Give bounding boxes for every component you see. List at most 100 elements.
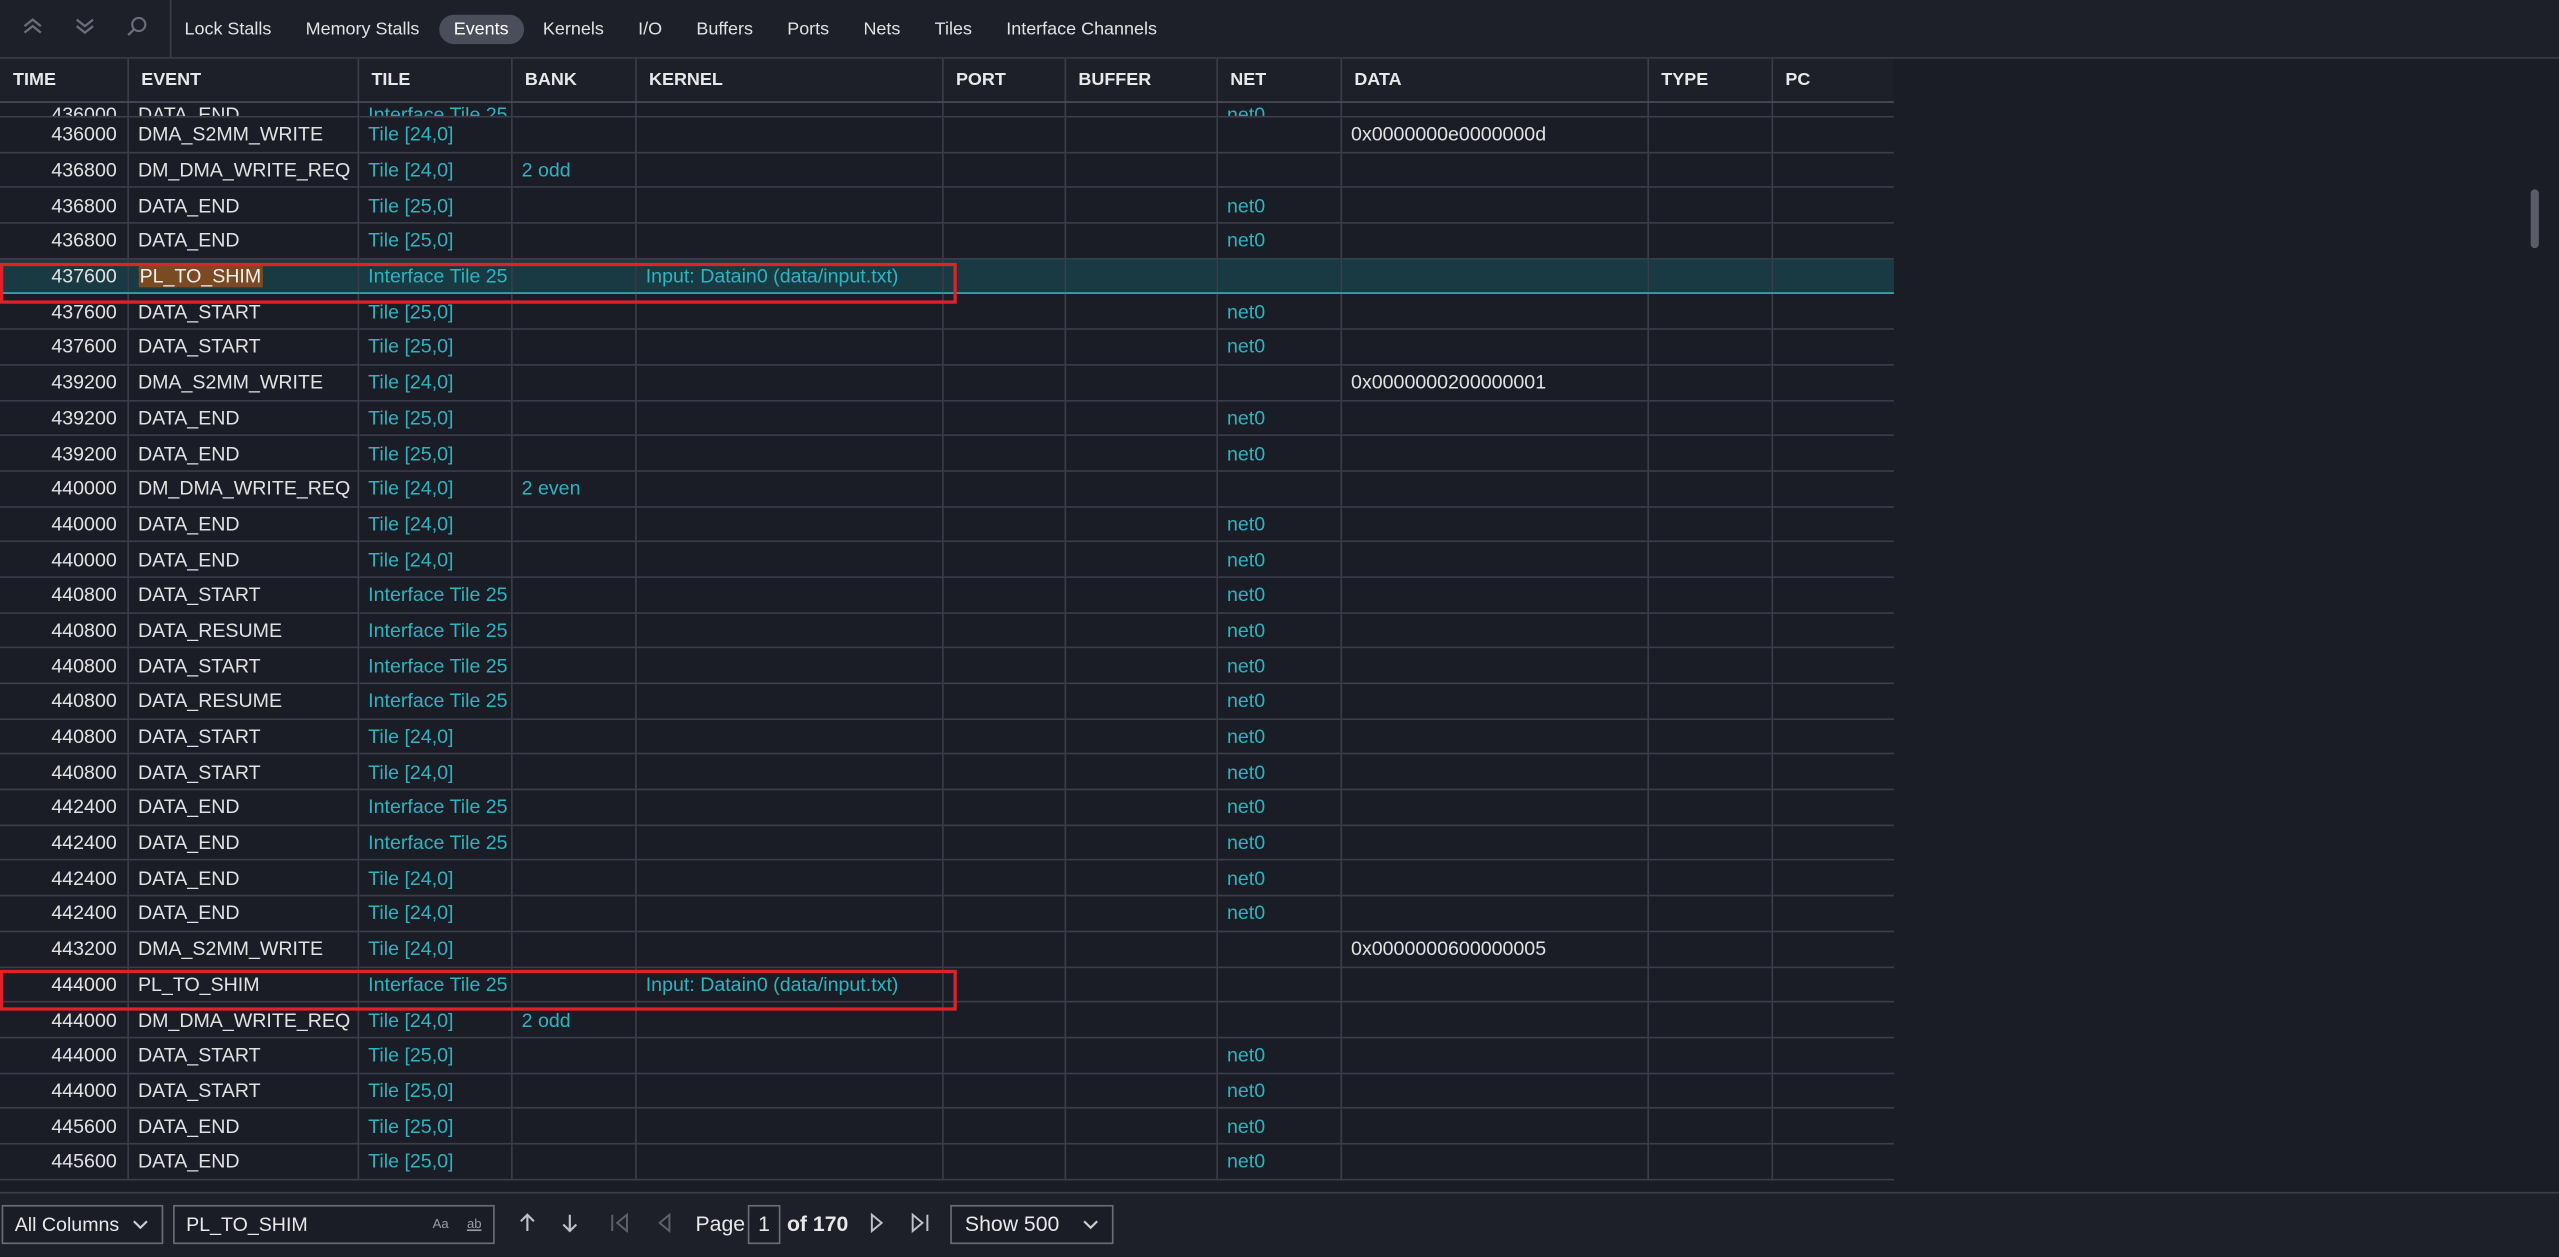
cell-kernel — [635, 931, 943, 968]
table-row[interactable]: 436000 DATA_END Interface Tile 25 net0 — [0, 102, 1894, 118]
tab-lock-stalls[interactable]: Lock Stalls — [170, 14, 286, 43]
cell-net — [1216, 257, 1342, 295]
double-chevron-up-icon[interactable] — [20, 15, 46, 41]
scrollbar-thumb[interactable] — [2530, 189, 2539, 249]
first-page-icon[interactable] — [609, 1205, 632, 1252]
table-row[interactable]: 442400 DATA_END Tile [24,0] net0 — [0, 895, 1894, 932]
whole-word-icon[interactable]: ab — [467, 1207, 482, 1243]
cell-port — [942, 683, 1066, 720]
tab-memory-stalls[interactable]: Memory Stalls — [291, 14, 434, 43]
table-row[interactable]: 437600 PL_TO_SHIM Interface Tile 25 Input: … — [0, 257, 1894, 295]
cell-net: net0 — [1216, 1072, 1342, 1109]
table-row[interactable]: 442400 DATA_END Interface Tile 25 net0 — [0, 789, 1894, 826]
column-header-data[interactable]: DATA — [1340, 58, 1649, 103]
table-row[interactable]: 439200 DATA_END Tile [25,0] net0 — [0, 435, 1894, 472]
tab-i-o[interactable]: I/O — [623, 14, 676, 43]
vertical-scrollbar[interactable] — [2527, 59, 2543, 1190]
table-row[interactable]: 443200 DMA_S2MM_WRITE Tile [24,0] 0x0000000… — [0, 931, 1894, 968]
tab-buffers[interactable]: Buffers — [682, 14, 768, 43]
table-row[interactable]: 444000 PL_TO_SHIM Interface Tile 25 Input: … — [0, 966, 1894, 1003]
cell-event: DATA_END — [127, 435, 359, 472]
table-row[interactable]: 437600 DATA_START Tile [25,0] net0 — [0, 329, 1894, 366]
search-icon[interactable] — [124, 15, 150, 41]
table-row[interactable]: 442400 DATA_END Tile [24,0] net0 — [0, 860, 1894, 897]
cell-buffer — [1064, 187, 1218, 224]
cell-net: net0 — [1216, 754, 1342, 791]
cell-tile: Interface Tile 25 — [357, 824, 512, 862]
double-chevron-down-icon[interactable] — [72, 15, 98, 41]
cell-buffer — [1064, 754, 1218, 791]
table-row[interactable]: 444000 DATA_START Tile [25,0] net0 — [0, 1072, 1894, 1109]
cell-pc — [1771, 1072, 1894, 1109]
table-row[interactable]: 440800 DATA_RESUME Interface Tile 25 net0 — [0, 683, 1894, 720]
previous-page-icon[interactable] — [655, 1205, 675, 1252]
table-row[interactable]: 444000 DM_DMA_WRITE_REQ Tile [24,0] 2 odd — [0, 1001, 1894, 1039]
column-filter-dropdown[interactable]: All Columns — [1, 1204, 164, 1245]
table-row[interactable]: 440800 DATA_RESUME Interface Tile 25 net0 — [0, 612, 1894, 649]
cell-buffer — [1064, 257, 1218, 295]
table-row[interactable]: 440000 DATA_END Tile [24,0] net0 — [0, 541, 1894, 578]
cell-port — [942, 102, 1066, 118]
tab-tiles[interactable]: Tiles — [920, 14, 987, 43]
column-header-pc[interactable]: PC — [1771, 58, 1894, 103]
column-header-event[interactable]: EVENT — [127, 58, 359, 103]
table-row[interactable]: 437600 DATA_START Tile [25,0] net0 — [0, 293, 1894, 330]
cell-buffer — [1064, 400, 1218, 437]
column-header-type[interactable]: TYPE — [1647, 58, 1773, 103]
table-row[interactable]: 444000 DATA_START Tile [25,0] net0 — [0, 1037, 1894, 1074]
column-header-time[interactable]: TIME — [0, 58, 129, 103]
table-row[interactable]: 436800 DATA_END Tile [25,0] net0 — [0, 222, 1894, 260]
table-row[interactable]: 440000 DM_DMA_WRITE_REQ Tile [24,0] 2 even — [0, 470, 1894, 508]
column-header-bank[interactable]: BANK — [511, 58, 636, 103]
table-row[interactable]: 439200 DATA_END Tile [25,0] net0 — [0, 400, 1894, 437]
column-header-net[interactable]: NET — [1216, 58, 1342, 103]
next-page-icon[interactable] — [867, 1205, 887, 1252]
table-row[interactable]: 436800 DATA_END Tile [25,0] net0 — [0, 187, 1894, 224]
cell-buffer — [1064, 931, 1218, 968]
table-row[interactable]: 439200 DMA_S2MM_WRITE Tile [24,0] 0x0000000… — [0, 364, 1894, 401]
tab-nets[interactable]: Nets — [849, 14, 915, 43]
cell-time: 440800 — [0, 647, 129, 685]
search-input[interactable]: PL_TO_SHIM — [186, 1213, 308, 1236]
cell-type — [1647, 860, 1773, 897]
cell-type — [1647, 152, 1773, 189]
cell-type — [1647, 683, 1773, 720]
cell-kernel — [635, 116, 943, 153]
cell-net: net0 — [1216, 718, 1342, 755]
page-number-input[interactable]: 1 — [747, 1204, 781, 1245]
cell-port — [942, 1108, 1066, 1145]
table-row[interactable]: 442400 DATA_END Interface Tile 25 net0 — [0, 824, 1894, 862]
page-size-dropdown[interactable]: Show 500 — [950, 1204, 1114, 1245]
cell-bank — [511, 577, 636, 614]
tab-kernels[interactable]: Kernels — [528, 14, 618, 43]
column-header-kernel[interactable]: KERNEL — [635, 58, 943, 103]
last-page-icon[interactable] — [908, 1205, 931, 1252]
table-row[interactable]: 436000 DMA_S2MM_WRITE Tile [24,0] 0x0000000… — [0, 116, 1894, 153]
table-row[interactable]: 440000 DATA_END Tile [24,0] net0 — [0, 506, 1894, 543]
cell-pc — [1771, 683, 1894, 720]
tab-events[interactable]: Events — [439, 13, 524, 44]
table-row[interactable]: 440800 DATA_START Tile [24,0] net0 — [0, 754, 1894, 791]
table-row[interactable]: 440800 DATA_START Interface Tile 25 net0 — [0, 647, 1894, 685]
next-match-icon[interactable] — [560, 1205, 580, 1252]
match-case-icon[interactable]: Aa — [433, 1207, 449, 1243]
cell-kernel — [635, 577, 943, 614]
table-row[interactable]: 440800 DATA_START Tile [24,0] net0 — [0, 718, 1894, 755]
cell-time: 442400 — [0, 789, 129, 826]
tab-interface-channels[interactable]: Interface Channels — [992, 14, 1172, 43]
page-total: of 170 — [786, 1211, 849, 1236]
table-row[interactable]: 445600 DATA_END Tile [25,0] net0 — [0, 1108, 1894, 1145]
previous-match-icon[interactable] — [518, 1205, 538, 1252]
events-table: TIME EVENT TILE BANK KERNEL PORT BUFFER NET DATA… — [0, 58, 1894, 1180]
tab-ports[interactable]: Ports — [773, 14, 844, 43]
search-field[interactable]: PL_TO_SHIM Aa ab — [173, 1204, 495, 1245]
column-header-tile[interactable]: TILE — [357, 58, 512, 103]
column-header-buffer[interactable]: BUFFER — [1064, 58, 1218, 103]
cell-data — [1340, 966, 1649, 1003]
table-row[interactable]: 445600 DATA_END Tile [25,0] net0 — [0, 1143, 1894, 1180]
column-header-port[interactable]: PORT — [942, 58, 1066, 103]
cell-data — [1340, 1037, 1649, 1074]
table-row[interactable]: 440800 DATA_START Interface Tile 25 net0 — [0, 577, 1894, 614]
table-row[interactable]: 436800 DM_DMA_WRITE_REQ Tile [24,0] 2 odd — [0, 152, 1894, 189]
cell-buffer — [1064, 1143, 1218, 1180]
